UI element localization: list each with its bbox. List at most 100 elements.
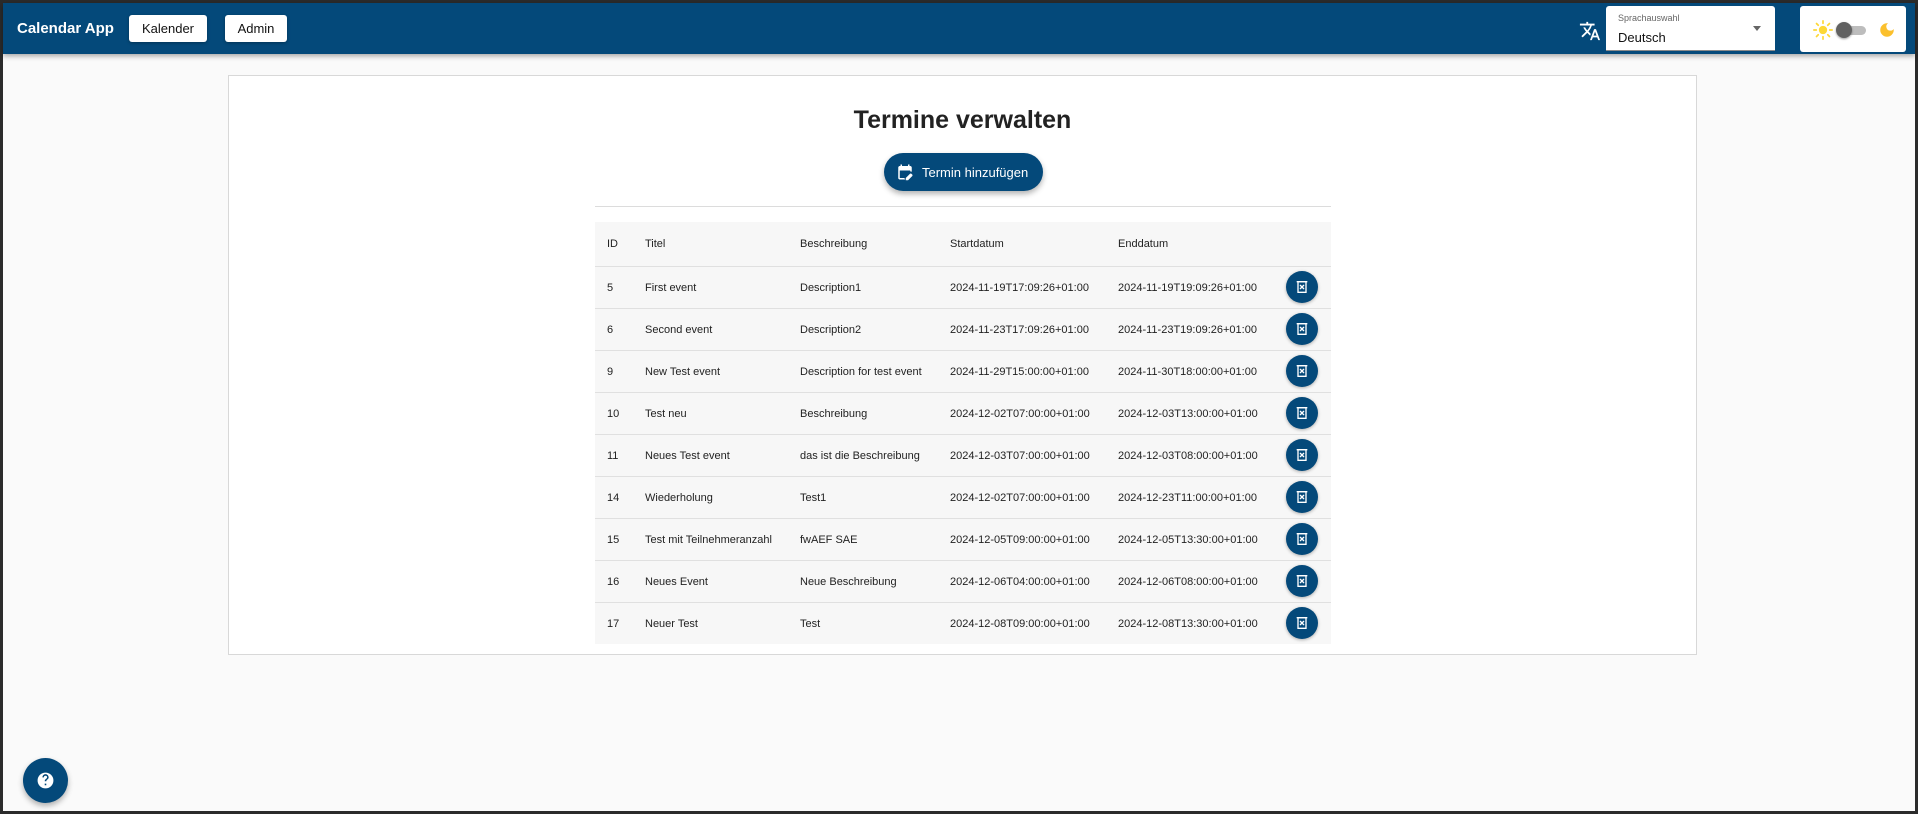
delete-icon bbox=[1296, 491, 1308, 503]
delete-event-button[interactable] bbox=[1286, 271, 1318, 303]
table-row: 5 First event Description1 2024-11-19T17:09… bbox=[595, 267, 1331, 309]
delete-icon bbox=[1296, 575, 1308, 587]
add-event-button[interactable]: Termin hinzufügen bbox=[884, 153, 1043, 191]
cell-end: 2024-11-23T19:09:26+01:00 bbox=[1118, 323, 1257, 336]
help-button[interactable] bbox=[23, 758, 68, 803]
cell-description: Beschreibung bbox=[800, 407, 868, 420]
table-row: 6 Second event Description2 2024-11-23T17:0… bbox=[595, 309, 1331, 351]
cell-description: Neue Beschreibung bbox=[800, 575, 897, 588]
delete-event-button[interactable] bbox=[1286, 397, 1318, 429]
top-app-bar: Calendar App Kalender Admin Sprachauswah… bbox=[3, 3, 1915, 54]
cell-start: 2024-12-03T07:00:00+01:00 bbox=[950, 449, 1090, 462]
column-header-id: ID bbox=[607, 238, 618, 250]
nav-admin-button[interactable]: Admin bbox=[225, 15, 287, 42]
cell-start: 2024-11-19T17:09:26+01:00 bbox=[950, 281, 1089, 294]
column-header-title: Titel bbox=[645, 238, 666, 250]
cell-title: Neues Test event bbox=[645, 449, 730, 462]
table-body: 5 First event Description1 2024-11-19T17:09… bbox=[595, 267, 1331, 644]
cell-end: 2024-12-23T11:00:00+01:00 bbox=[1118, 491, 1257, 504]
cell-end: 2024-11-30T18:00:00+01:00 bbox=[1118, 365, 1257, 378]
delete-icon bbox=[1296, 617, 1308, 629]
delete-icon bbox=[1296, 449, 1308, 461]
cell-title: Wiederholung bbox=[645, 491, 713, 504]
help-icon bbox=[37, 772, 54, 789]
divider bbox=[595, 206, 1331, 207]
cell-start: 2024-11-29T15:00:00+01:00 bbox=[950, 365, 1089, 378]
cell-id: 5 bbox=[607, 281, 614, 294]
delete-icon bbox=[1296, 365, 1308, 377]
cell-description: Test bbox=[800, 617, 821, 630]
cell-id: 14 bbox=[607, 491, 620, 504]
cell-end: 2024-12-05T13:30:00+01:00 bbox=[1118, 533, 1258, 546]
nav-kalender-button[interactable]: Kalender bbox=[129, 15, 207, 42]
cell-description: Description1 bbox=[800, 281, 862, 294]
moon-icon bbox=[1880, 23, 1894, 37]
table-row: 16 Neues Event Neue Beschreibung 2024-12-06… bbox=[595, 561, 1331, 603]
cell-description: das ist die Beschreibung bbox=[800, 449, 920, 462]
table-row: 9 New Test event Description for test even… bbox=[595, 351, 1331, 393]
events-table: ID Titel Beschreibung Startdatum Enddatu… bbox=[595, 222, 1331, 644]
cell-start: 2024-12-02T07:00:00+01:00 bbox=[950, 491, 1090, 504]
cell-description: fwAEF SAE bbox=[800, 533, 858, 546]
cell-description: Description for test event bbox=[800, 365, 922, 378]
table-row: 10 Test neu Beschreibung 2024-12-02T07:00:0… bbox=[595, 393, 1331, 435]
column-header-description: Beschreibung bbox=[800, 238, 868, 250]
cell-title: New Test event bbox=[645, 365, 721, 378]
delete-event-button[interactable] bbox=[1286, 565, 1318, 597]
delete-icon bbox=[1296, 281, 1308, 293]
theme-toggle-container bbox=[1800, 6, 1906, 52]
cell-title: Test neu bbox=[645, 407, 687, 420]
cell-description: Description2 bbox=[800, 323, 862, 336]
delete-event-button[interactable] bbox=[1286, 607, 1318, 639]
admin-card: Termine verwalten Termin hinzufügen ID T… bbox=[228, 75, 1697, 655]
column-header-end: Enddatum bbox=[1118, 238, 1169, 250]
column-header-start: Startdatum bbox=[950, 238, 1004, 250]
cell-start: 2024-12-02T07:00:00+01:00 bbox=[950, 407, 1090, 420]
page-title: Termine verwalten bbox=[853, 106, 1072, 134]
cell-title: Test mit Teilnehmeranzahl bbox=[645, 533, 772, 546]
table-row: 11 Neues Test event das ist die Beschreibu… bbox=[595, 435, 1331, 477]
app-title: Calendar App bbox=[17, 20, 114, 37]
translate-icon bbox=[1579, 21, 1601, 41]
add-event-button-label: Termin hinzufügen bbox=[922, 165, 1029, 180]
table-row: 14 Wiederholung Test1 2024-12-02T07:00:00+0… bbox=[595, 477, 1331, 519]
language-select[interactable]: Sprachauswahl Deutsch bbox=[1606, 6, 1775, 51]
delete-event-button[interactable] bbox=[1286, 355, 1318, 387]
delete-event-button[interactable] bbox=[1286, 523, 1318, 555]
cell-end: 2024-12-06T08:00:00+01:00 bbox=[1118, 575, 1258, 588]
cell-id: 16 bbox=[607, 575, 620, 588]
cell-title: Neues Event bbox=[645, 575, 708, 588]
table-row: 15 Test mit Teilnehmeranzahl fwAEF SAE 2024… bbox=[595, 519, 1331, 561]
chevron-down-icon bbox=[1753, 26, 1761, 31]
cell-start: 2024-12-06T04:00:00+01:00 bbox=[950, 575, 1090, 588]
delete-event-button[interactable] bbox=[1286, 439, 1318, 471]
delete-icon bbox=[1296, 323, 1308, 335]
cell-end: 2024-12-08T13:30:00+01:00 bbox=[1118, 617, 1258, 630]
cell-start: 2024-12-08T09:00:00+01:00 bbox=[950, 617, 1090, 630]
delete-event-button[interactable] bbox=[1286, 313, 1318, 345]
table-header-row: ID Titel Beschreibung Startdatum Enddatu… bbox=[595, 222, 1331, 267]
cell-start: 2024-11-23T17:09:26+01:00 bbox=[950, 323, 1089, 336]
language-select-value: Deutsch bbox=[1618, 30, 1666, 45]
cell-id: 15 bbox=[607, 533, 620, 546]
cell-id: 6 bbox=[607, 323, 614, 336]
cell-description: Test1 bbox=[800, 491, 827, 504]
cell-end: 2024-12-03T13:00:00+01:00 bbox=[1118, 407, 1258, 420]
cell-id: 11 bbox=[607, 449, 619, 462]
delete-icon bbox=[1296, 533, 1308, 545]
table-row: 17 Neuer Test Test 2024-12-08T09:00:00+01:0… bbox=[595, 603, 1331, 644]
cell-id: 17 bbox=[607, 617, 620, 630]
sun-icon bbox=[1813, 20, 1833, 40]
cell-end: 2024-12-03T08:00:00+01:00 bbox=[1118, 449, 1258, 462]
delete-event-button[interactable] bbox=[1286, 481, 1318, 513]
cell-id: 10 bbox=[607, 407, 620, 420]
cell-start: 2024-12-05T09:00:00+01:00 bbox=[950, 533, 1090, 546]
calendar-edit-icon bbox=[898, 164, 913, 181]
cell-title: First event bbox=[645, 281, 697, 294]
cell-title: Neuer Test bbox=[645, 617, 698, 630]
cell-title: Second event bbox=[645, 323, 713, 336]
language-select-label: Sprachauswahl bbox=[1618, 13, 1680, 23]
theme-switch-thumb[interactable] bbox=[1836, 22, 1852, 38]
cell-id: 9 bbox=[607, 365, 614, 378]
delete-icon bbox=[1296, 407, 1308, 419]
